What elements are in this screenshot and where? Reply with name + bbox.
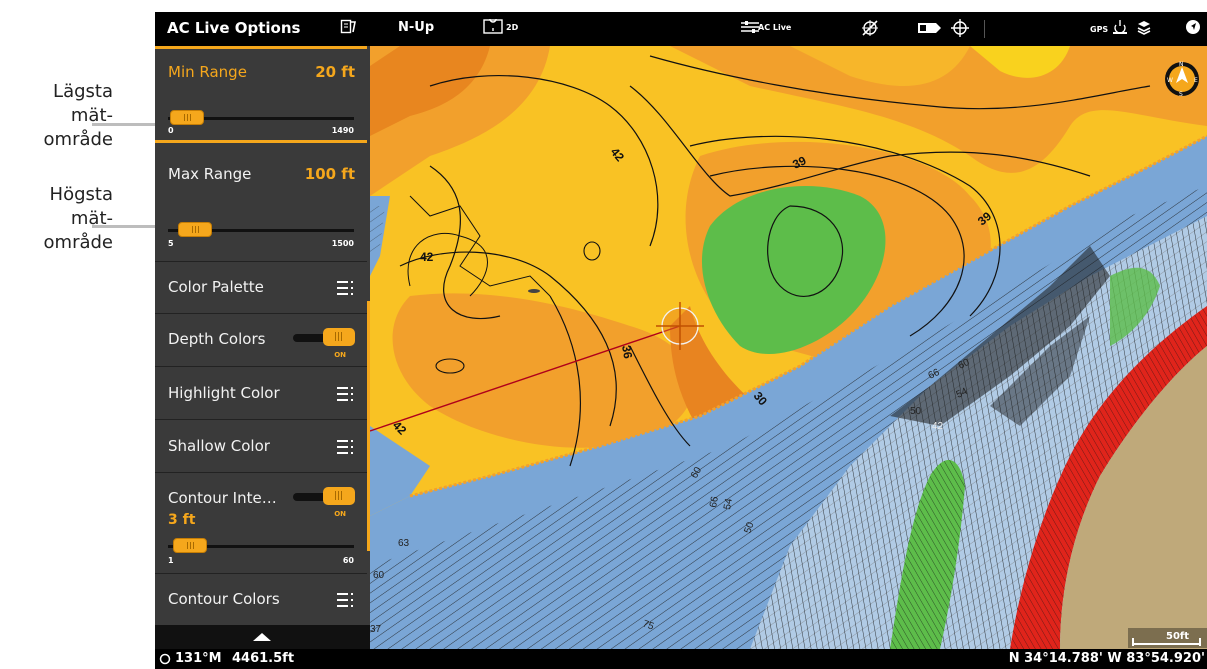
power-icon[interactable] (1112, 19, 1128, 39)
callout-max-line3: område (43, 232, 113, 253)
scale-bar: 50ft (1128, 628, 1207, 648)
compass-e: E (1194, 77, 1198, 84)
depth-colors-state: ON (334, 351, 346, 359)
view-2d-button[interactable] (483, 15, 503, 39)
chart-map[interactable]: 42 39 39 42 36 30 42 66 60 54 50 42 60 6… (369, 46, 1207, 649)
contour-interval-row[interactable]: Contour Inte… ON 3 ft 1 60 (155, 473, 367, 574)
ac-live-settings-icon[interactable] (740, 19, 760, 39)
contour-interval-min-tick: 1 (168, 556, 174, 565)
contour-interval-state: ON (334, 510, 346, 518)
navigation-icon[interactable] (1185, 19, 1201, 39)
submenu-icon[interactable] (337, 592, 353, 608)
depth-label: 42 (420, 250, 434, 264)
min-range-min-tick: 0 (168, 126, 174, 135)
map-canvas[interactable]: 42 39 39 42 36 30 42 66 60 54 50 42 60 6… (369, 46, 1207, 649)
chevron-up-icon (253, 633, 271, 641)
min-range-row[interactable]: Min Range 20 ft 0 1490 (155, 49, 367, 140)
submenu-icon[interactable] (337, 439, 353, 455)
compass-w: W (1167, 77, 1173, 84)
max-range-value: 100 ft (304, 165, 355, 183)
panel-scrollbar[interactable] (367, 301, 370, 551)
depth-label: 37 (370, 624, 382, 635)
shallow-color-row[interactable]: Shallow Color (155, 420, 367, 473)
callout-min-range: Lägsta mät- område (44, 80, 113, 152)
fishfinder-screen: AC Live Options N-Up 2D AC Live GPS 42 3… (155, 12, 1207, 669)
compass-s: S (1179, 91, 1183, 98)
depth-colors-row[interactable]: Depth Colors ON (155, 314, 367, 367)
depth-label: 63 (398, 538, 410, 549)
max-range-label: Max Range (168, 165, 252, 183)
color-palette-row[interactable]: Color Palette (155, 261, 367, 314)
cursor-crosshair-icon[interactable] (951, 19, 969, 41)
contour-colors-row[interactable]: Contour Colors (155, 574, 367, 624)
depth-label: 60 (373, 570, 385, 581)
view-mode-label: 2D (506, 23, 519, 32)
shallow-color-label: Shallow Color (168, 437, 270, 455)
min-range-label: Min Range (168, 63, 247, 81)
scale-label: 50ft (1166, 631, 1189, 642)
min-range-slider-thumb[interactable] (169, 110, 204, 125)
top-bar: AC Live Options N-Up 2D AC Live GPS (155, 12, 1207, 46)
target-off-icon[interactable] (861, 19, 879, 41)
ac-live-label: AC Live (758, 23, 792, 32)
gps-status[interactable]: GPS (1090, 25, 1108, 34)
topbar-divider (984, 20, 985, 38)
depth-label: 36 (619, 344, 635, 360)
orientation-n-up[interactable]: N-Up (398, 20, 434, 35)
callout-min-line3: område (43, 129, 113, 150)
contour-interval-max-tick: 60 (342, 556, 354, 565)
ac-live-options-panel: Min Range 20 ft 0 1490 Max Range 100 ft … (155, 46, 370, 649)
depth-label: 50 (910, 406, 922, 417)
collapse-panel-button[interactable] (155, 625, 370, 649)
max-range-slider-thumb[interactable] (178, 222, 213, 237)
max-range-min-tick: 5 (168, 239, 174, 248)
exit-menu-icon[interactable] (340, 19, 356, 39)
transducer-icon[interactable] (916, 21, 942, 39)
depth-colors-toggle[interactable]: ON (293, 328, 355, 359)
submenu-icon[interactable] (337, 386, 353, 402)
min-range-value: 20 ft (315, 63, 355, 81)
callout-max-range: Högsta mät- område (44, 183, 113, 255)
callout-max-line1: Högsta (49, 184, 113, 205)
menu-title: AC Live Options (167, 19, 301, 37)
gps-position: N 34°14.788' W 83°54.920' (1008, 651, 1205, 666)
compass-n: N (1179, 61, 1184, 68)
status-bar: 131°M 4461.5ft N 34°14.788' W 83°54.920' (155, 649, 1207, 669)
contour-interval-slider-thumb[interactable] (173, 538, 208, 553)
highlight-color-label: Highlight Color (168, 384, 280, 402)
layers-icon[interactable] (1136, 19, 1152, 39)
callout-min-line1: Lägsta (53, 81, 113, 102)
contour-interval-toggle[interactable]: ON (293, 487, 355, 518)
max-range-max-tick: 1500 (331, 239, 354, 248)
color-palette-label: Color Palette (168, 278, 264, 296)
depth-value: 4461.5ft (232, 651, 295, 666)
contour-interval-label: Contour Inte… (168, 489, 277, 507)
contour-interval-value: 3 ft (168, 512, 196, 528)
heading-icon (159, 653, 171, 665)
depth-label: 42 (932, 421, 944, 432)
heading-value: 131°M (175, 651, 222, 666)
max-range-row[interactable]: Max Range 100 ft 5 1500 (155, 143, 367, 262)
highlight-color-row[interactable]: Highlight Color (155, 367, 367, 420)
depth-colors-label: Depth Colors (168, 330, 266, 348)
contour-colors-label: Contour Colors (168, 590, 280, 608)
min-range-max-tick: 1490 (331, 126, 354, 135)
submenu-icon[interactable] (337, 280, 353, 296)
